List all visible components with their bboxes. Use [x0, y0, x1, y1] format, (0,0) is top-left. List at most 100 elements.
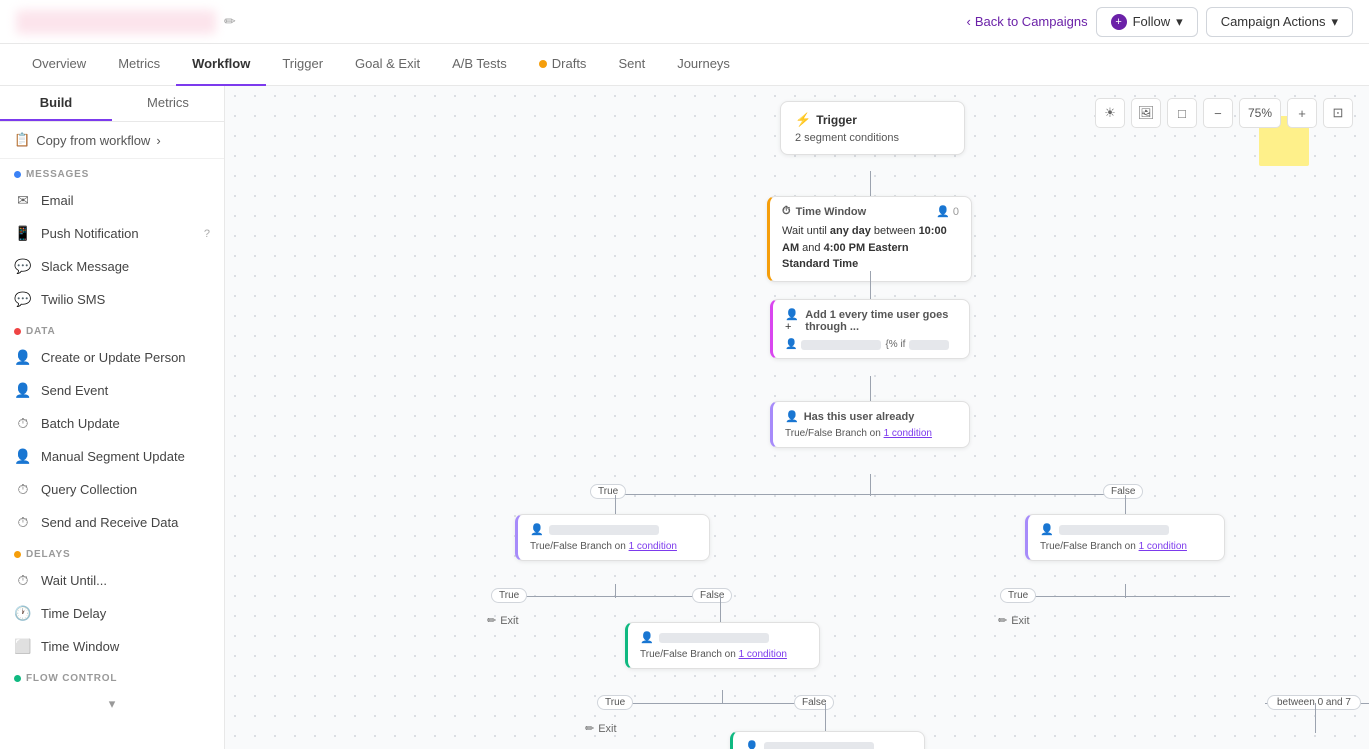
layers-icon[interactable]: □: [1167, 98, 1197, 128]
copy-label: Copy from workflow: [36, 133, 150, 148]
blurred-field-1: [801, 340, 881, 350]
canvas-toolbar: ☀ 🖼 □ − 75% + ⊡: [1095, 98, 1353, 128]
time-window-node[interactable]: ⏱ Time Window 👤 0 Wait until any day bet…: [767, 196, 972, 282]
sidebar-item-batch-update[interactable]: ⏱ Batch Update: [0, 407, 224, 440]
branch-left-blurred: [549, 525, 659, 535]
tab-journeys[interactable]: Journeys: [661, 44, 746, 86]
sidebar-item-manual-segment[interactable]: 👤 Manual Segment Update: [0, 440, 224, 473]
tab-drafts[interactable]: Drafts: [523, 44, 603, 86]
time-window-icon: ⬜: [14, 638, 32, 655]
workflow-canvas: ⚡ Trigger 2 segment conditions ⏱ Time Wi…: [225, 86, 1369, 749]
branch1-condition-link[interactable]: 1 condition: [884, 428, 932, 439]
tab-trigger[interactable]: Trigger: [266, 44, 339, 86]
delays-dot: [14, 551, 21, 558]
branch-mid-link[interactable]: 1 condition: [739, 649, 787, 660]
time-window-count: 👤 0: [936, 205, 959, 218]
query-collection-icon: ⏱: [14, 481, 32, 498]
connector-11: [722, 690, 723, 704]
h-connector-3: [1020, 596, 1230, 597]
branch-node-deep[interactable]: 👤 True/False Branch on 1 condition: [730, 731, 925, 749]
follow-label: Follow: [1133, 14, 1171, 29]
branch-right-condition: True/False Branch on 1 condition: [1040, 541, 1212, 552]
email-icon: ✉: [14, 192, 32, 209]
image-icon[interactable]: 🖼: [1131, 98, 1161, 128]
branch-right-link[interactable]: 1 condition: [1139, 541, 1187, 552]
zoom-in-button[interactable]: +: [1287, 98, 1317, 128]
section-delays: DELAYS: [0, 539, 224, 564]
sidebar-item-slack[interactable]: 💬 Slack Message: [0, 250, 224, 283]
range-label-1: between 0 and 7: [1267, 695, 1361, 710]
copy-icon: 📋: [14, 132, 30, 148]
tab-sent[interactable]: Sent: [602, 44, 661, 86]
sidebar-item-query-collection[interactable]: ⏱ Query Collection: [0, 473, 224, 506]
tab-overview[interactable]: Overview: [16, 44, 102, 86]
tab-ab-tests[interactable]: A/B Tests: [436, 44, 523, 86]
back-label: Back to Campaigns: [975, 14, 1088, 29]
exit-left: ✏ Exit: [487, 614, 519, 627]
time-window-label: Time Window: [796, 206, 867, 218]
true-label-2: True: [491, 588, 527, 603]
branch1-condition: True/False Branch on 1 condition: [785, 428, 957, 439]
branch1-label: Has this user already: [804, 411, 915, 423]
send-receive-icon: ⏱: [14, 514, 32, 531]
exit-right: ✏ Exit: [998, 614, 1030, 627]
sidebar-tab-build[interactable]: Build: [0, 86, 112, 121]
sidebar-item-time-delay[interactable]: 🕐 Time Delay: [0, 597, 224, 630]
false-label-4: False: [794, 695, 834, 710]
sidebar-item-send-event[interactable]: 👤 Send Event: [0, 374, 224, 407]
sidebar-item-twilio[interactable]: 💬 Twilio SMS: [0, 283, 224, 316]
branch-right-blurred: [1059, 525, 1169, 535]
branch-deep-icon: 👤: [745, 740, 759, 749]
expand-flow-control[interactable]: ▾: [0, 688, 224, 720]
flow-dot: [14, 675, 21, 682]
campaign-actions-chevron-icon: ▾: [1331, 14, 1338, 30]
manual-segment-icon: 👤: [14, 448, 32, 465]
back-to-campaigns-button[interactable]: ‹ Back to Campaigns: [967, 14, 1088, 29]
branch-person-icon: 👤: [785, 410, 799, 423]
sidebar-item-email[interactable]: ✉ Email: [0, 184, 224, 217]
fit-screen-button[interactable]: ⊡: [1323, 98, 1353, 128]
sun-icon[interactable]: ☀: [1095, 98, 1125, 128]
campaign-actions-label: Campaign Actions: [1221, 14, 1326, 29]
trigger-node[interactable]: ⚡ Trigger 2 segment conditions: [780, 101, 965, 155]
section-flow-control: FLOW CONTROL: [0, 663, 224, 688]
push-help-icon[interactable]: ?: [204, 228, 210, 240]
branch-node-right[interactable]: 👤 True/False Branch on 1 condition: [1025, 514, 1225, 561]
h-connector-2: [510, 596, 720, 597]
true-label-4: True: [597, 695, 633, 710]
sidebar-item-time-window[interactable]: ⬜ Time Window: [0, 630, 224, 663]
branch-node-1[interactable]: 👤 Has this user already True/False Branc…: [770, 401, 970, 448]
branch-right-icon: 👤: [1040, 523, 1054, 536]
sidebar-item-push-notification[interactable]: 📱 Push Notification ?: [0, 217, 224, 250]
connector-2: [870, 271, 871, 299]
twilio-icon: 💬: [14, 291, 32, 308]
sidebar-item-create-update-person[interactable]: 👤 Create or Update Person: [0, 341, 224, 374]
false-label-2: False: [692, 588, 732, 603]
add-node[interactable]: 👤+ Add 1 every time user goes through ..…: [770, 299, 970, 359]
branch-left-condition: True/False Branch on 1 condition: [530, 541, 697, 552]
campaign-actions-button[interactable]: Campaign Actions ▾: [1206, 7, 1353, 37]
branch-left-link[interactable]: 1 condition: [629, 541, 677, 552]
trigger-sub-label: 2 segment conditions: [795, 132, 950, 144]
exit-icon-right: ✏: [998, 614, 1007, 627]
sidebar-item-send-receive-data[interactable]: ⏱ Send and Receive Data: [0, 506, 224, 539]
tab-metrics[interactable]: Metrics: [102, 44, 176, 86]
false-label-1: False: [1103, 484, 1143, 499]
connector-12: [825, 703, 826, 733]
zoom-out-button[interactable]: −: [1203, 98, 1233, 128]
edit-icon[interactable]: ✏: [224, 13, 236, 30]
tab-goal-exit[interactable]: Goal & Exit: [339, 44, 436, 86]
copy-from-workflow[interactable]: 📋 Copy from workflow ›: [0, 122, 224, 159]
trigger-label: Trigger: [816, 113, 857, 127]
push-notification-icon: 📱: [14, 225, 32, 242]
segment-icon: 👤: [785, 339, 797, 350]
sidebar-tab-metrics[interactable]: Metrics: [112, 86, 224, 121]
tab-workflow[interactable]: Workflow: [176, 44, 266, 86]
sidebar-item-wait-until[interactable]: ⏱ Wait Until...: [0, 564, 224, 597]
canvas[interactable]: ☀ 🖼 □ − 75% + ⊡ ⚡ Trigger 2 segment cond…: [225, 86, 1369, 749]
branch-node-mid[interactable]: 👤 True/False Branch on 1 condition: [625, 622, 820, 669]
clock-icon: ⏱: [782, 205, 791, 218]
main-layout: Build Metrics 📋 Copy from workflow › MES…: [0, 86, 1369, 749]
follow-button[interactable]: + Follow ▾: [1096, 7, 1198, 37]
branch-node-left[interactable]: 👤 True/False Branch on 1 condition: [515, 514, 710, 561]
